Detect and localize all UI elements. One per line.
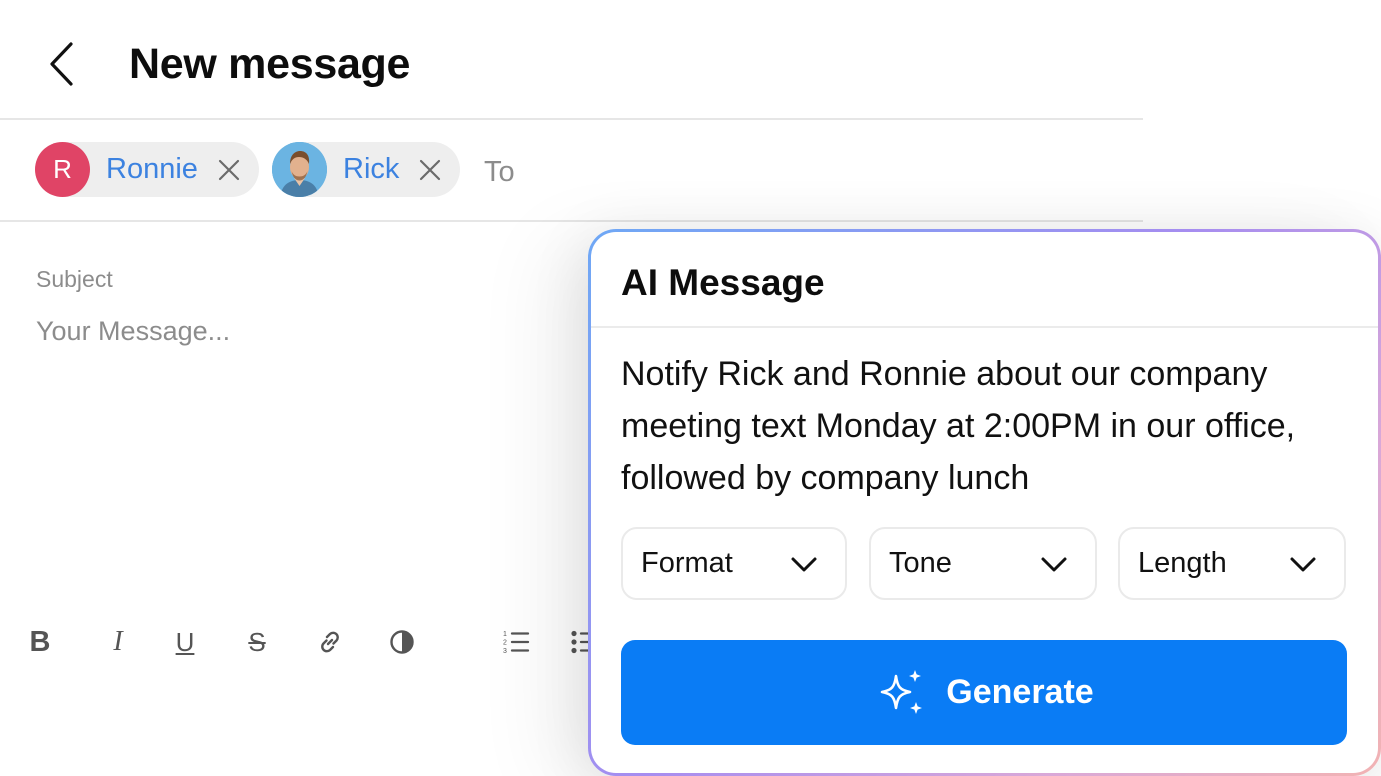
recipients-row: R Ronnie Rick	[0, 120, 1143, 222]
generate-button[interactable]: Generate	[621, 640, 1347, 745]
recipient-name: Rick	[343, 153, 400, 185]
length-dropdown-label: Length	[1138, 547, 1227, 579]
chevron-down-icon	[1288, 549, 1318, 579]
subject-input[interactable]	[36, 262, 556, 296]
numbered-list-button[interactable]: 1 23	[494, 620, 538, 664]
recipient-chip-ronnie[interactable]: R Ronnie	[35, 142, 259, 197]
contrast-icon	[390, 630, 414, 654]
tone-dropdown[interactable]: Tone	[869, 527, 1097, 600]
link-button[interactable]	[308, 620, 352, 664]
chevron-left-icon	[50, 42, 73, 86]
length-dropdown[interactable]: Length	[1118, 527, 1346, 600]
close-icon	[419, 159, 441, 181]
header: New message	[0, 0, 1143, 120]
strikethrough-button[interactable]: S	[235, 620, 279, 664]
back-button[interactable]	[36, 36, 86, 92]
ai-message-panel: AI Message Notify Rick and Ronnie about …	[588, 229, 1381, 776]
ai-prompt-text[interactable]: Notify Rick and Ronnie about our company…	[621, 348, 1361, 504]
generate-label: Generate	[946, 673, 1094, 711]
italic-icon: I	[113, 626, 123, 657]
numbered-list-icon: 1 23	[503, 631, 530, 655]
divider	[591, 326, 1378, 328]
underline-button[interactable]: U	[163, 620, 207, 664]
sparkles-icon	[880, 669, 923, 714]
chevron-down-icon	[1039, 549, 1069, 579]
bold-icon: B	[29, 625, 51, 658]
svg-text:1: 1	[503, 631, 507, 638]
format-dropdown-label: Format	[641, 547, 733, 579]
remove-recipient-button[interactable]	[416, 156, 444, 184]
compose-screen: New message R Ronnie Rick To Subject You…	[0, 0, 1381, 776]
avatar	[272, 142, 327, 197]
recipient-name: Ronnie	[106, 153, 198, 185]
avatar: R	[35, 142, 90, 197]
formatting-toolbar: B I U S 1 2 3	[0, 614, 620, 674]
bold-button[interactable]: B	[18, 620, 62, 664]
page-title: New message	[129, 40, 411, 88]
svg-text:2: 2	[503, 640, 507, 647]
avatar-photo-icon	[272, 142, 327, 197]
link-icon	[321, 631, 339, 653]
remove-recipient-button[interactable]	[215, 156, 243, 184]
close-icon	[218, 159, 240, 181]
to-input[interactable]	[484, 154, 1084, 190]
recipient-chip-rick[interactable]: Rick	[272, 142, 460, 197]
underline-icon: U	[175, 626, 195, 657]
tone-dropdown-label: Tone	[889, 547, 952, 579]
chevron-down-icon	[789, 549, 819, 579]
svg-text:3: 3	[503, 648, 507, 655]
ai-panel-body: AI Message Notify Rick and Ronnie about …	[591, 232, 1378, 773]
text-color-button[interactable]	[380, 620, 424, 664]
italic-button[interactable]: I	[96, 620, 140, 664]
message-input[interactable]	[36, 316, 556, 586]
format-dropdown[interactable]: Format	[621, 527, 847, 600]
strikethrough-icon: S	[248, 626, 266, 657]
ai-panel-title: AI Message	[621, 262, 825, 303]
